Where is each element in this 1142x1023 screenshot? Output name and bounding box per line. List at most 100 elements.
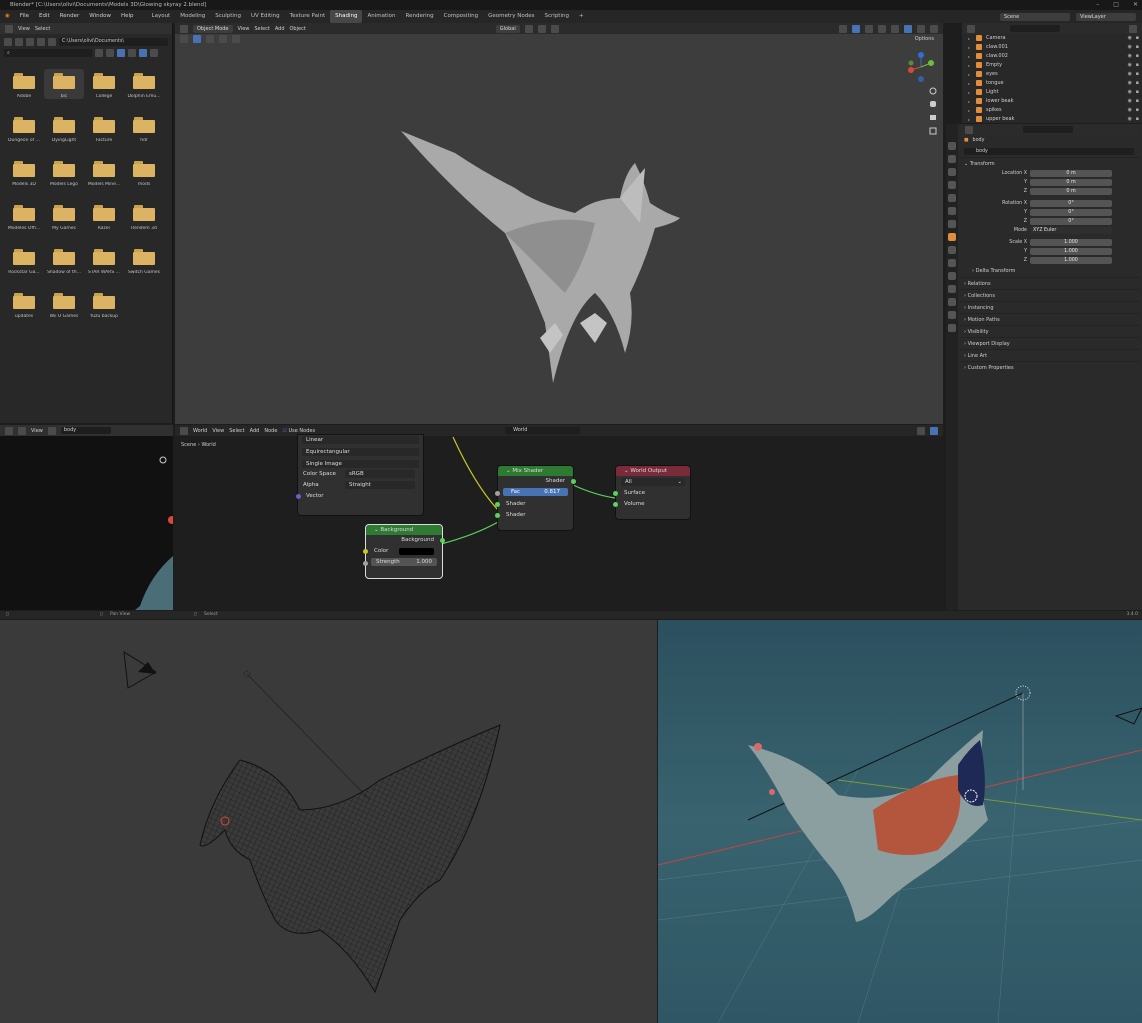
particles-tab-icon[interactable] bbox=[948, 259, 956, 267]
shader1-input-socket[interactable] bbox=[495, 502, 500, 507]
outliner-item[interactable]: ▸ Empty ◉ ▪ bbox=[962, 61, 1142, 70]
tab-sculpting[interactable]: Sculpting bbox=[210, 10, 246, 23]
menu-help[interactable]: Help bbox=[116, 10, 139, 23]
outliner-item[interactable]: ▸ claw.001 ◉ ▪ bbox=[962, 43, 1142, 52]
lb-menu-view[interactable]: View bbox=[31, 428, 43, 434]
render-tab-icon[interactable] bbox=[948, 155, 956, 163]
expand-arrow-icon[interactable]: ▸ bbox=[968, 106, 970, 115]
source-dropdown[interactable]: Single Image bbox=[302, 460, 419, 468]
surface-input-socket[interactable] bbox=[613, 491, 618, 496]
tab-modeling[interactable]: Modeling bbox=[175, 10, 210, 23]
mode-icon[interactable] bbox=[18, 426, 26, 435]
display-list-icon[interactable] bbox=[95, 49, 103, 57]
eye-icon[interactable]: ◉ bbox=[1128, 61, 1132, 70]
folder-item[interactable]: Adobe bbox=[4, 69, 44, 99]
strength-input-socket[interactable] bbox=[363, 561, 368, 566]
add-workspace-icon[interactable]: + bbox=[574, 10, 589, 23]
viewport-3d[interactable]: Object Mode View Select Add Object Globa… bbox=[175, 23, 943, 424]
projection-dropdown[interactable]: Equirectangular bbox=[302, 448, 419, 456]
expand-arrow-icon[interactable]: ▸ bbox=[968, 52, 970, 61]
pan-hand-icon[interactable] bbox=[930, 101, 936, 107]
color-swatch[interactable] bbox=[399, 548, 434, 555]
blender-logo-icon[interactable]: ◉ bbox=[0, 10, 15, 23]
folder-item[interactable]: Dungeon of ... bbox=[4, 113, 44, 143]
editor-type-icon[interactable] bbox=[965, 125, 973, 134]
render-camera-icon[interactable]: ▪ bbox=[1136, 43, 1139, 52]
display-grid-icon[interactable] bbox=[106, 49, 114, 57]
render-camera-icon[interactable]: ▪ bbox=[1136, 88, 1139, 97]
rotation-mode-dropdown[interactable]: XYZ Euler bbox=[1030, 227, 1112, 234]
folder-item[interactable]: hdr bbox=[124, 113, 164, 143]
outliner-item[interactable]: ▸ eyes ◉ ▪ bbox=[962, 70, 1142, 79]
refresh-icon[interactable] bbox=[37, 38, 45, 46]
navigation-gizmo[interactable] bbox=[908, 52, 934, 82]
filter-icon[interactable] bbox=[139, 49, 147, 57]
rotation-x-field[interactable]: 0° bbox=[1030, 200, 1112, 207]
scale-x-field[interactable]: 1.000 bbox=[1030, 239, 1112, 246]
render-camera-icon[interactable]: ▪ bbox=[1136, 115, 1139, 124]
folder-item[interactable]: Razer bbox=[84, 201, 124, 231]
minimize-icon[interactable]: – bbox=[1096, 0, 1099, 10]
scale-z-field[interactable]: 1.000 bbox=[1030, 257, 1112, 264]
outliner-item[interactable]: ▸ tongue ◉ ▪ bbox=[962, 79, 1142, 88]
property-section-header[interactable]: › Collections bbox=[960, 289, 1140, 301]
outliner-search[interactable] bbox=[1010, 25, 1060, 32]
mix-shader-header[interactable]: ⌄ Mix Shader bbox=[498, 466, 573, 476]
object-tab-icon[interactable] bbox=[948, 233, 956, 241]
tab-scripting[interactable]: Scripting bbox=[540, 10, 574, 23]
folder-item[interactable]: Yuzu backup bbox=[84, 289, 124, 319]
folder-item[interactable]: updates bbox=[4, 289, 44, 319]
tab-layout[interactable]: Layout bbox=[147, 10, 176, 23]
folder-item[interactable]: Models Lego bbox=[44, 157, 84, 187]
search-input[interactable]: ⌕ bbox=[4, 49, 92, 57]
color-input-socket[interactable] bbox=[363, 549, 368, 554]
editor-type-icon[interactable] bbox=[967, 24, 975, 33]
rotation-y-field[interactable]: 0° bbox=[1030, 209, 1112, 216]
scale-y-field[interactable]: 1.000 bbox=[1030, 248, 1112, 255]
scene-selector[interactable]: Scene bbox=[1000, 12, 1070, 21]
wireframe-creature[interactable] bbox=[199, 724, 501, 994]
outliner-item[interactable]: ▸ claw.002 ◉ ▪ bbox=[962, 52, 1142, 61]
output-target-dropdown[interactable]: All ⌄ bbox=[621, 478, 685, 486]
camera-object[interactable] bbox=[123, 651, 157, 689]
path-field[interactable]: C:\Users\olivi\Documents\ bbox=[59, 38, 168, 46]
expand-arrow-icon[interactable]: ▸ bbox=[968, 88, 970, 97]
world-tab-icon[interactable] bbox=[948, 207, 956, 215]
lb-image-name[interactable]: body bbox=[60, 427, 111, 434]
expand-arrow-icon[interactable]: ▸ bbox=[968, 43, 970, 52]
rotation-z-field[interactable]: 0° bbox=[1030, 218, 1112, 225]
camera-view-icon[interactable] bbox=[930, 115, 936, 120]
mix-shader-node[interactable]: ⌄ Mix Shader Shader Fac 0.817 Shader Shad… bbox=[495, 466, 576, 530]
tab-animation[interactable]: Animation bbox=[362, 10, 400, 23]
mix-output-socket[interactable] bbox=[571, 479, 576, 484]
properties-search[interactable] bbox=[1023, 126, 1073, 133]
render-camera-icon[interactable]: ▪ bbox=[1136, 79, 1139, 88]
tool-tab-icon[interactable] bbox=[948, 142, 956, 150]
color-space-dropdown[interactable]: sRGB bbox=[345, 470, 415, 478]
fb-menu-select[interactable]: Select bbox=[35, 26, 50, 32]
parent-dir-icon[interactable] bbox=[26, 38, 34, 46]
fac-slider[interactable]: Fac 0.817 bbox=[503, 488, 568, 496]
output-tab-icon[interactable] bbox=[948, 168, 956, 176]
property-section-header[interactable]: › Instancing bbox=[960, 301, 1140, 313]
eye-icon[interactable]: ◉ bbox=[1128, 106, 1132, 115]
location-z-field[interactable]: 0 m bbox=[1030, 188, 1112, 195]
folder-item[interactable]: Shadow of th... bbox=[44, 245, 84, 275]
material-tab-icon[interactable] bbox=[948, 311, 956, 319]
eye-icon[interactable]: ◉ bbox=[1128, 115, 1132, 124]
folder-item[interactable]: Wii U Games bbox=[44, 289, 84, 319]
tab-rendering[interactable]: Rendering bbox=[401, 10, 439, 23]
eye-icon[interactable]: ◉ bbox=[1128, 52, 1132, 61]
browse-image-icon[interactable] bbox=[47, 426, 56, 435]
world-output-header[interactable]: ⌄ World Output bbox=[616, 466, 690, 476]
tab-compositing[interactable]: Compositing bbox=[439, 10, 483, 23]
back-arrow-icon[interactable] bbox=[4, 38, 12, 46]
render-camera-icon[interactable]: ▪ bbox=[1136, 106, 1139, 115]
outliner-item[interactable]: ▸ lower beak ◉ ▪ bbox=[962, 97, 1142, 106]
filter-icon[interactable] bbox=[1129, 24, 1137, 33]
sort-icon[interactable] bbox=[128, 49, 136, 57]
filter-options-icon[interactable] bbox=[150, 49, 158, 57]
menu-edit[interactable]: Edit bbox=[34, 10, 55, 23]
outliner-item[interactable]: ▸ upper beak ◉ ▪ bbox=[962, 115, 1142, 124]
wireframe-viewport[interactable] bbox=[0, 620, 657, 1023]
